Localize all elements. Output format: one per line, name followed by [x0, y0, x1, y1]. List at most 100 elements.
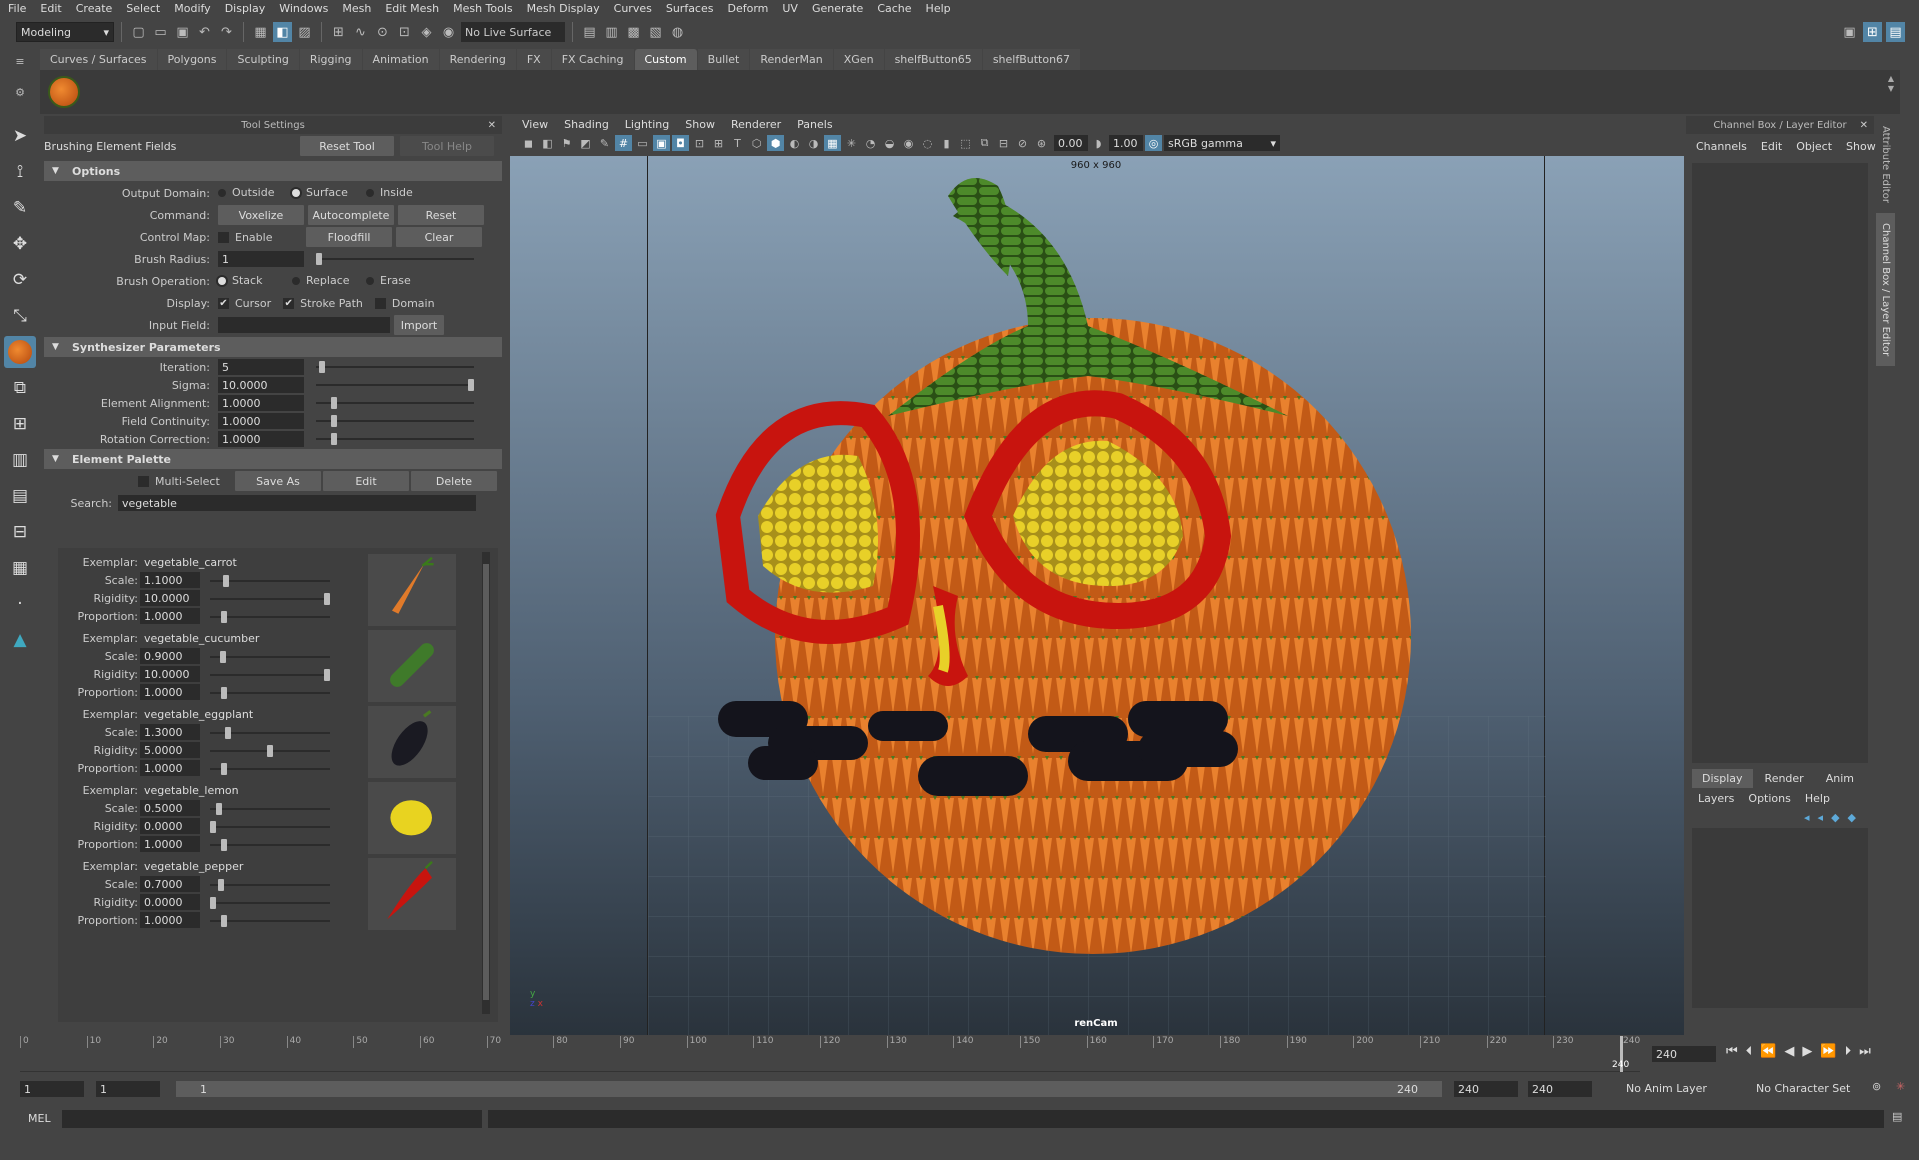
colorspace-select[interactable]: sRGB gamma ▾: [1164, 135, 1280, 151]
exemplar-value-field[interactable]: 0.0000: [140, 818, 200, 834]
cam-attr-icon[interactable]: ◧: [539, 135, 556, 151]
save-as-button[interactable]: Save As: [235, 471, 321, 491]
paint-select-icon[interactable]: ✎: [4, 192, 36, 224]
default-light-icon[interactable]: ✳: [843, 135, 860, 151]
enable-checkbox[interactable]: [218, 231, 229, 243]
radio-stack[interactable]: Stack: [218, 274, 282, 287]
shelf-tab-animation[interactable]: Animation: [362, 49, 439, 70]
snap-live-icon[interactable]: ◉: [439, 22, 458, 42]
menu-deform[interactable]: Deform: [727, 2, 768, 15]
layer-menu-layers[interactable]: Layers: [1698, 792, 1734, 805]
dof-icon[interactable]: ◌: [919, 135, 936, 151]
menu-select[interactable]: Select: [126, 2, 160, 15]
start-time-field[interactable]: 1: [20, 1081, 84, 1097]
snap-view-icon[interactable]: ⊡: [395, 22, 414, 42]
exemplar-thumbnail[interactable]: [368, 706, 456, 778]
exemplar-value-field[interactable]: 1.1000: [140, 572, 200, 588]
character-set-select[interactable]: No Character Set: [1756, 1082, 1866, 1095]
exemplar-value-field[interactable]: 0.9000: [140, 648, 200, 664]
clear-button[interactable]: Clear: [396, 227, 482, 247]
select-tool-icon[interactable]: ➤: [4, 120, 36, 152]
save-scene-icon[interactable]: ▣: [173, 22, 192, 42]
exemplar-slider[interactable]: [210, 839, 330, 851]
exemplar-slider[interactable]: [210, 803, 330, 815]
shelf-tab-custom[interactable]: Custom: [634, 49, 697, 70]
param-field[interactable]: 5: [218, 359, 304, 375]
safe-title-icon[interactable]: T: [729, 135, 746, 151]
exemplar-slider[interactable]: [210, 763, 330, 775]
menu-edit-mesh[interactable]: Edit Mesh: [385, 2, 439, 15]
slider-handle[interactable]: [222, 575, 229, 587]
checkbox[interactable]: [374, 297, 386, 309]
isolate-icon[interactable]: ⬚: [957, 135, 974, 151]
live-surface-field[interactable]: No Live Surface: [461, 22, 565, 42]
channel-box-tab[interactable]: Channel Box / Layer Editor: [1876, 212, 1895, 367]
layer-move-down-icon[interactable]: ◂: [1818, 811, 1824, 824]
render-frame-icon[interactable]: ▥: [602, 22, 621, 42]
step-forward-key-icon[interactable]: ⏵: [1845, 1044, 1852, 1059]
viewport-menu-shading[interactable]: Shading: [564, 118, 609, 131]
viewport-menu-show[interactable]: Show: [685, 118, 715, 131]
pumpkin-shelf-icon[interactable]: [48, 76, 80, 108]
menu-mesh[interactable]: Mesh: [342, 2, 371, 15]
layer-tab-display[interactable]: Display: [1692, 769, 1753, 788]
menu-windows[interactable]: Windows: [279, 2, 328, 15]
slider-handle[interactable]: [210, 821, 216, 833]
shelf-tab-rigging[interactable]: Rigging: [299, 49, 362, 70]
palette-section-header[interactable]: Element Palette: [44, 449, 502, 469]
viewport-menu-view[interactable]: View: [522, 118, 548, 131]
pan-zoom-icon[interactable]: ⊘: [1014, 135, 1031, 151]
anim-end-field[interactable]: 240: [1454, 1081, 1518, 1097]
shadows-icon[interactable]: ◑: [805, 135, 822, 151]
exemplar-value-field[interactable]: 1.0000: [140, 912, 200, 928]
layout-single-icon[interactable]: ▣: [1840, 22, 1859, 42]
exemplar-value-field[interactable]: 1.0000: [140, 684, 200, 700]
play-forward-icon[interactable]: ▶: [1802, 1044, 1812, 1059]
viewport-menu-renderer[interactable]: Renderer: [731, 118, 781, 131]
render-view-icon[interactable]: ▧: [646, 22, 665, 42]
shelf-tab-polygons[interactable]: Polygons: [157, 49, 227, 70]
slider-handle[interactable]: [331, 433, 338, 445]
slider-handle[interactable]: [210, 897, 216, 909]
ao-icon[interactable]: ◔: [862, 135, 879, 151]
snap-curve-icon[interactable]: ∿: [351, 22, 370, 42]
brush-radius-field[interactable]: 1: [218, 251, 304, 267]
auto-key-icon[interactable]: ⊚: [1872, 1080, 1881, 1093]
new-layer-icon[interactable]: ◆: [1831, 811, 1839, 824]
autocomplete-button[interactable]: Autocomplete: [308, 205, 394, 225]
exemplar-slider[interactable]: [210, 687, 330, 699]
channel-menu-edit[interactable]: Edit: [1761, 140, 1782, 153]
delete-button[interactable]: Delete: [411, 471, 497, 491]
exemplar-slider[interactable]: [210, 593, 330, 605]
menu-help[interactable]: Help: [926, 2, 951, 15]
exemplar-slider[interactable]: [210, 611, 330, 623]
anim-layer-select[interactable]: No Anim Layer: [1626, 1082, 1740, 1095]
floodfill-button[interactable]: Floodfill: [306, 227, 392, 247]
image-plane-icon[interactable]: ◩: [577, 135, 594, 151]
exemplar-value-field[interactable]: 1.0000: [140, 608, 200, 624]
slider-handle[interactable]: [324, 669, 330, 681]
bookmark-icon[interactable]: ⚑: [558, 135, 575, 151]
param-slider[interactable]: [316, 379, 474, 391]
radio-erase[interactable]: Erase: [366, 274, 430, 287]
menu-display[interactable]: Display: [225, 2, 266, 15]
shelf-gear-icon[interactable]: ⚙: [0, 86, 40, 99]
shelf-menu-icon[interactable]: ≡: [0, 55, 40, 68]
3d-scene-view[interactable]: 960 x 960 renCam yz x: [510, 156, 1684, 1035]
go-to-end-icon[interactable]: ⏭: [1859, 1044, 1871, 1059]
param-field[interactable]: 1.0000: [218, 395, 304, 411]
channel-menu-channels[interactable]: Channels: [1696, 140, 1747, 153]
attribute-editor-tab[interactable]: Attribute Editor: [1876, 116, 1895, 213]
shelf-tab-shelfbutton67[interactable]: shelfButton67: [982, 49, 1081, 70]
exemplar-slider[interactable]: [210, 915, 330, 927]
redo-icon[interactable]: ↷: [217, 22, 236, 42]
select-object-icon[interactable]: ◧: [273, 22, 292, 42]
brush-radius-slider[interactable]: [316, 253, 474, 265]
shelf-scroll-icon[interactable]: ▲ ▼: [1888, 74, 1894, 94]
lights-icon[interactable]: ◐: [786, 135, 803, 151]
radio-replace[interactable]: Replace: [292, 274, 356, 287]
shelf-tab-fx-caching[interactable]: FX Caching: [551, 49, 634, 70]
display-domain-toggle[interactable]: Domain: [374, 297, 435, 310]
slider-handle[interactable]: [224, 727, 231, 739]
resolution-gate-icon[interactable]: ▣: [653, 135, 670, 151]
